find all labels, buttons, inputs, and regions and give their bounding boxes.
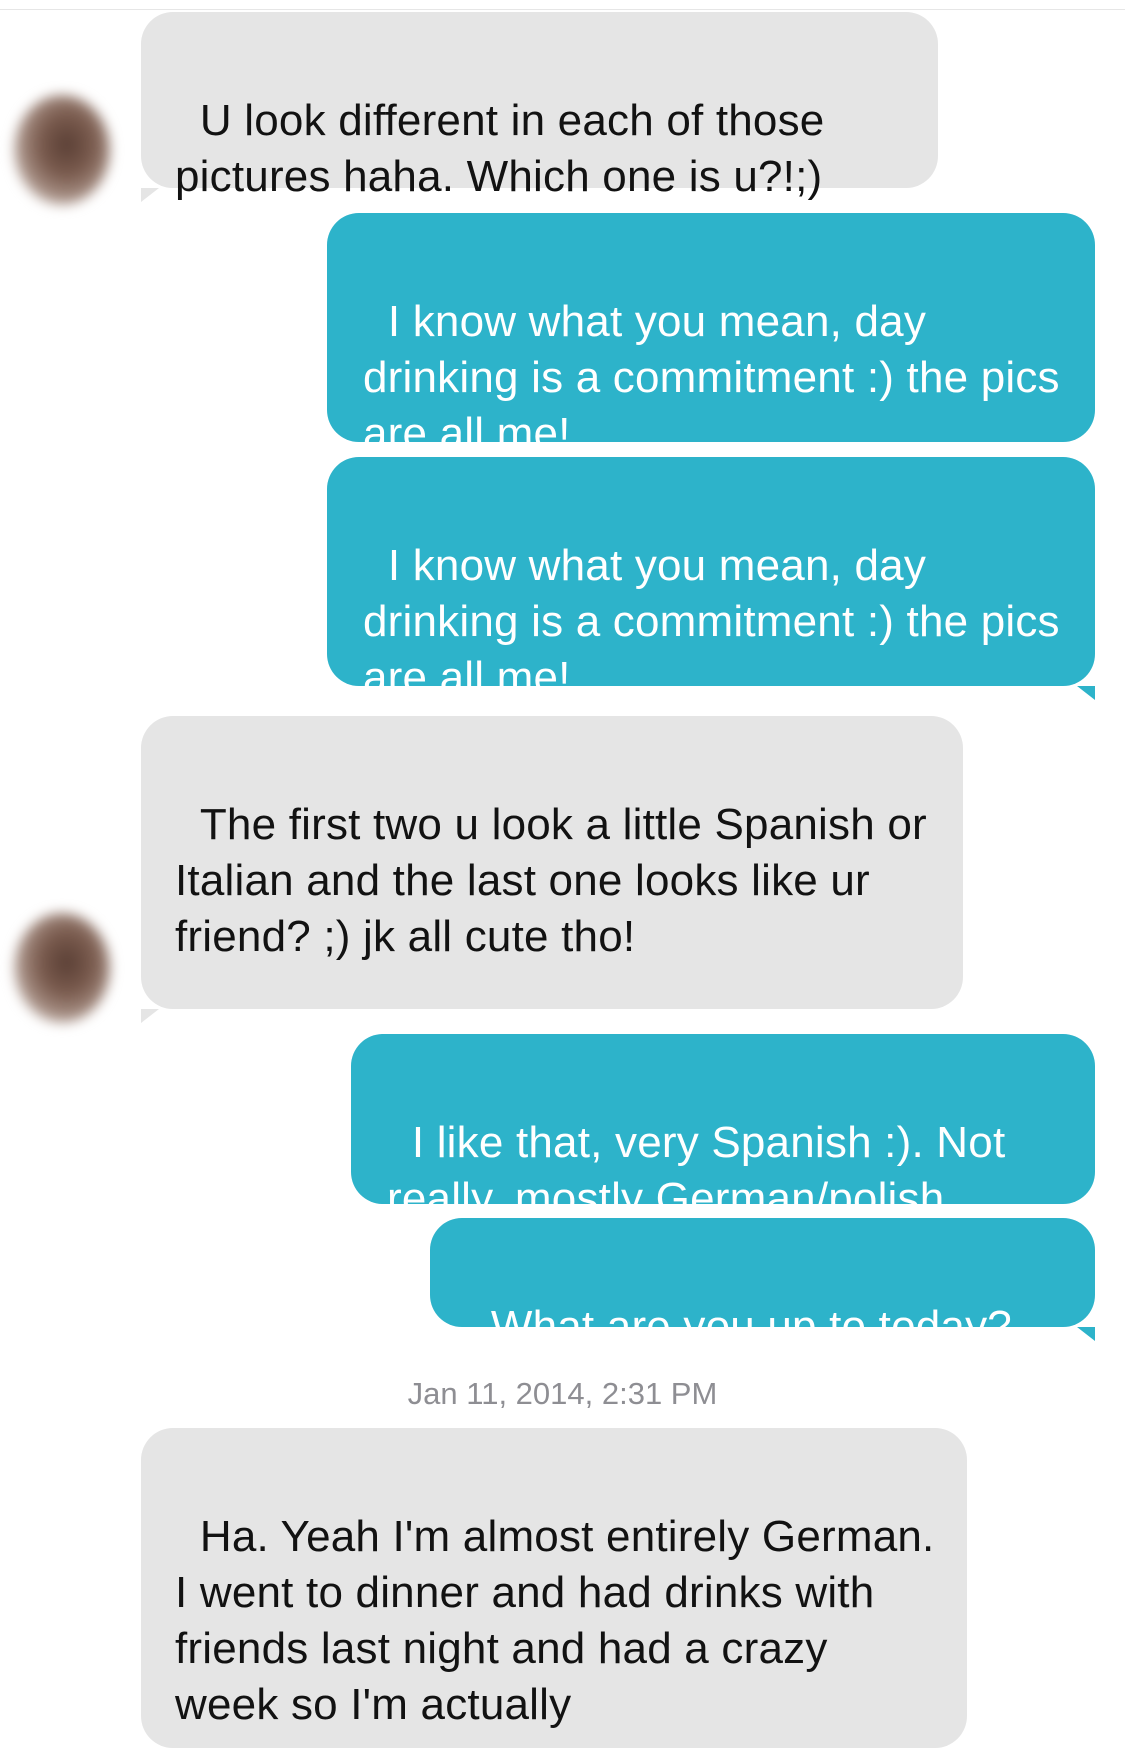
message-bubble-outgoing[interactable]: I like that, very Spanish :). Not really… bbox=[351, 1034, 1095, 1223]
message-text: U look different in each of those pictur… bbox=[175, 96, 837, 201]
message-text: I know what you mean, day drinking is a … bbox=[363, 541, 1073, 702]
message-text: The first two u look a little Spanish or… bbox=[175, 800, 940, 961]
message-bubble-incoming[interactable]: The first two u look a little Spanish or… bbox=[141, 716, 963, 1009]
bubble-tail-incoming bbox=[141, 1009, 159, 1023]
bubble-tail-outgoing bbox=[1077, 686, 1095, 700]
bubble-tail-incoming bbox=[141, 188, 159, 202]
timestamp: Jan 11, 2014, 2:31 PM bbox=[407, 1376, 718, 1411]
contact-avatar[interactable] bbox=[14, 95, 110, 205]
message-text: What are you up to today? bbox=[490, 1302, 1012, 1351]
message-text: I like that, very Spanish :). Not really… bbox=[387, 1118, 1018, 1223]
top-divider bbox=[0, 9, 1125, 10]
message-bubble-outgoing[interactable]: I know what you mean, day drinking is a … bbox=[327, 457, 1095, 702]
message-bubble-outgoing[interactable]: I know what you mean, day drinking is a … bbox=[327, 213, 1095, 458]
message-bubble-incoming[interactable]: U look different in each of those pictur… bbox=[141, 12, 938, 201]
message-bubble-outgoing[interactable]: What are you up to today? bbox=[430, 1218, 1095, 1351]
contact-avatar[interactable] bbox=[14, 913, 110, 1023]
bubble-tail-outgoing bbox=[1077, 1327, 1095, 1341]
message-text: I know what you mean, day drinking is a … bbox=[363, 297, 1073, 458]
message-text: Ha. Yeah I'm almost entirely German. I w… bbox=[175, 1512, 947, 1729]
message-bubble-incoming[interactable]: Ha. Yeah I'm almost entirely German. I w… bbox=[141, 1428, 967, 1748]
